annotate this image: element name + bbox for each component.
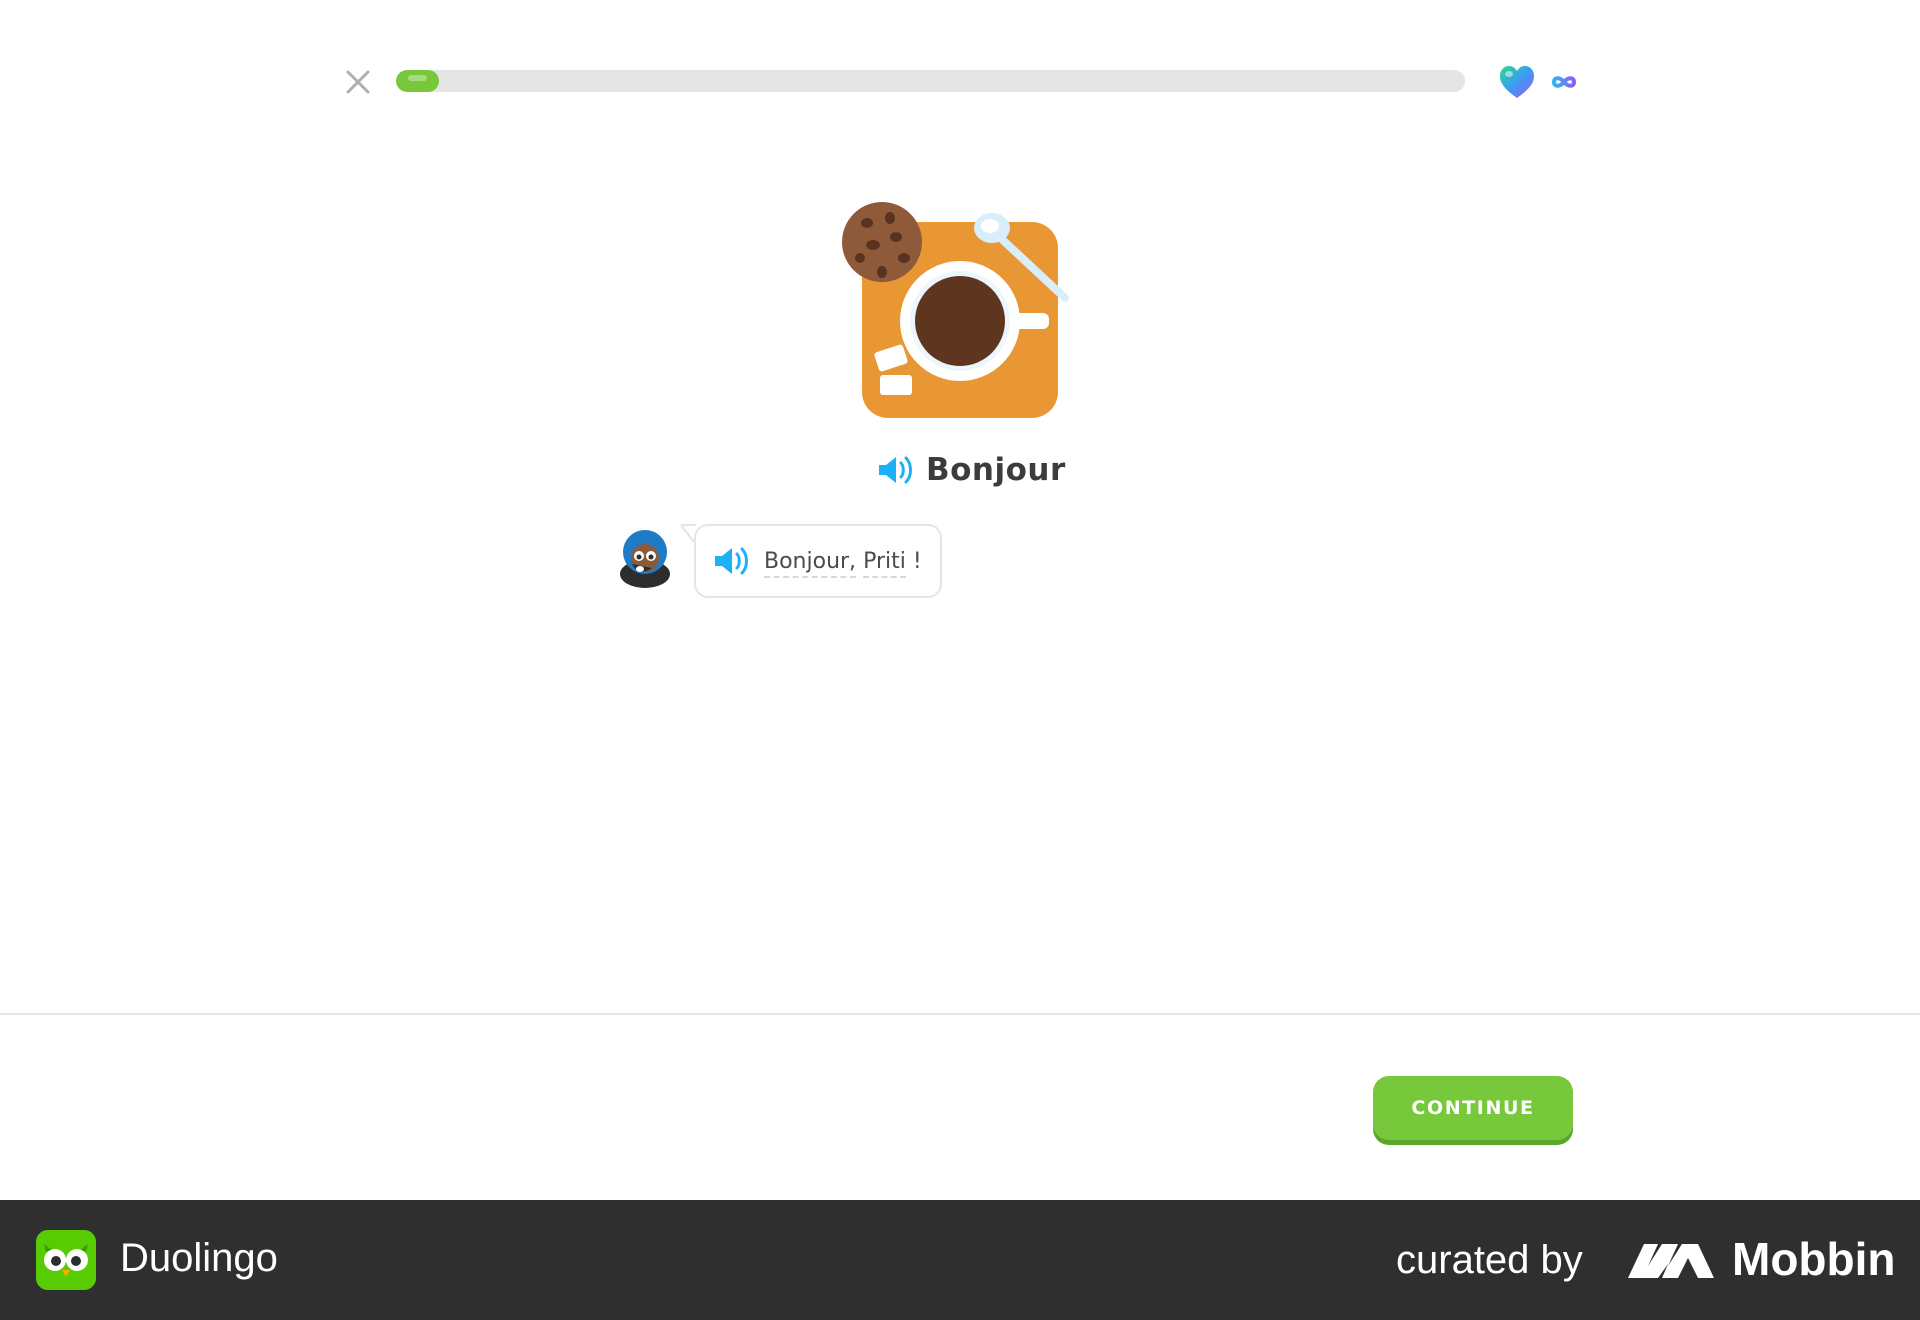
close-button[interactable] — [336, 60, 380, 104]
duolingo-logo-icon — [36, 1230, 96, 1290]
vocab-word[interactable]: Bonjour — [876, 448, 1066, 492]
speech-bubble[interactable]: Bonjour, Priti ! — [694, 524, 942, 598]
hearts-counter[interactable] — [1496, 62, 1596, 102]
coffee-cookie-illustration — [840, 200, 1080, 422]
lesson-progress-bar — [396, 70, 1465, 92]
close-icon — [346, 70, 370, 94]
speaker-icon[interactable] — [876, 452, 916, 488]
mobbin-brand: Mobbin — [1732, 1233, 1896, 1285]
dialog-word[interactable]: Priti — [863, 548, 906, 578]
dialog-punctuation: ! — [912, 548, 922, 574]
infinity-icon — [1551, 76, 1577, 88]
character-avatar — [618, 524, 672, 590]
app-name: Duolingo — [120, 1236, 278, 1280]
curated-by-label: curated by — [1396, 1238, 1583, 1282]
dialog-sentence: Bonjour, Priti ! — [764, 548, 922, 578]
continue-button[interactable]: CONTINUE — [1373, 1076, 1573, 1140]
footer-divider — [0, 1013, 1920, 1015]
mobbin-logo-icon — [1626, 1238, 1716, 1282]
vocab-word-text: Bonjour — [926, 452, 1066, 488]
gradient-heart-icon — [1500, 66, 1534, 98]
dialog-word[interactable]: Bonjour, — [764, 548, 857, 578]
progress-fill — [396, 70, 439, 92]
speaker-icon[interactable] — [712, 543, 752, 579]
